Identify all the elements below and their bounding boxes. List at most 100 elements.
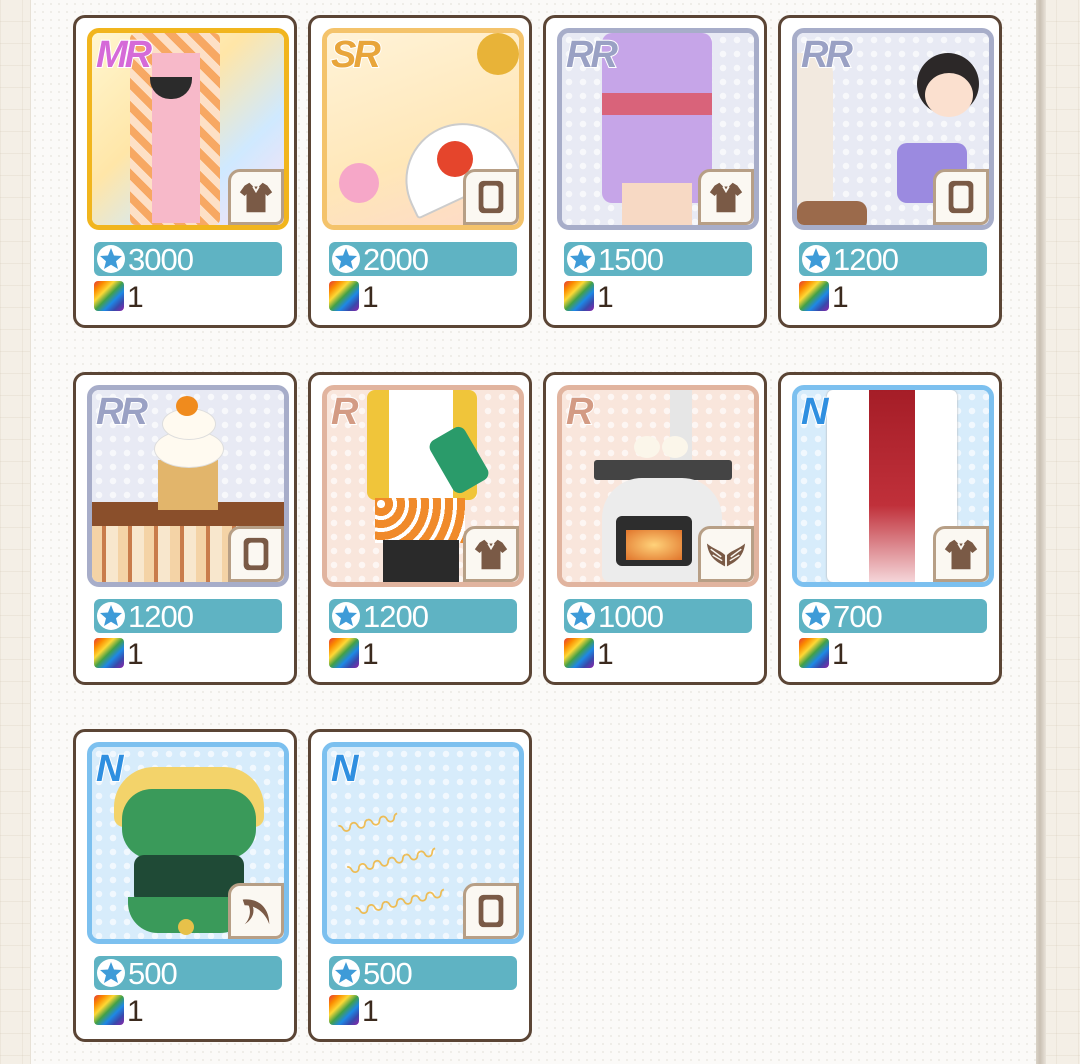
shirt-icon <box>463 526 519 582</box>
item-thumbnail[interactable]: N <box>792 385 994 587</box>
wings-icon <box>698 526 754 582</box>
quantity-row: 1 <box>799 637 987 671</box>
item-thumbnail[interactable]: RR <box>792 28 994 230</box>
rarity-badge: R <box>330 390 360 434</box>
shop-item-card[interactable]: N 700 1 <box>778 372 1002 685</box>
item-quantity: 1 <box>832 638 849 671</box>
shirt-icon <box>933 526 989 582</box>
price-bar: 1000 <box>564 599 752 635</box>
card-frame-icon <box>463 883 519 939</box>
shirt-icon <box>228 169 284 225</box>
shop-item-card[interactable]: MR 3000 1 <box>73 15 297 328</box>
star-icon <box>331 958 361 992</box>
card-frame-icon <box>933 169 989 225</box>
rainbow-gem-icon <box>799 281 829 311</box>
card-frame-icon <box>228 526 284 582</box>
quantity-row: 1 <box>564 280 752 314</box>
item-price: 700 <box>833 599 883 634</box>
price-bar: 500 <box>94 956 282 992</box>
rainbow-gem-icon <box>564 281 594 311</box>
item-price: 2000 <box>363 242 429 277</box>
rarity-badge: RR <box>565 33 619 77</box>
rarity-badge: R <box>565 390 595 434</box>
item-price: 1500 <box>598 242 664 277</box>
item-quantity: 1 <box>362 995 379 1028</box>
rarity-badge: SR <box>330 33 382 77</box>
price-bar: 1200 <box>799 242 987 278</box>
rarity-badge: N <box>95 747 125 791</box>
shop-item-card[interactable]: N 500 1 <box>73 729 297 1042</box>
star-icon <box>331 244 361 278</box>
price-bar: 700 <box>799 599 987 635</box>
star-icon <box>96 244 126 278</box>
item-thumbnail[interactable]: R <box>557 385 759 587</box>
star-icon <box>96 601 126 635</box>
price-bar: 3000 <box>94 242 282 278</box>
rainbow-gem-icon <box>94 995 124 1025</box>
item-price: 1200 <box>833 242 899 277</box>
item-thumbnail[interactable]: N <box>87 742 289 944</box>
item-quantity: 1 <box>127 638 144 671</box>
quantity-row: 1 <box>94 637 282 671</box>
item-thumbnail[interactable]: 〰〰 〰〰〰 〰〰〰 N <box>322 742 524 944</box>
item-quantity: 1 <box>597 281 614 314</box>
item-price: 1200 <box>363 599 429 634</box>
quantity-row: 1 <box>564 637 752 671</box>
quantity-row: 1 <box>329 994 517 1028</box>
item-quantity: 1 <box>597 638 614 671</box>
item-quantity: 1 <box>127 995 144 1028</box>
item-thumbnail[interactable]: RR <box>87 385 289 587</box>
item-quantity: 1 <box>362 638 379 671</box>
horn-icon <box>228 883 284 939</box>
shop-item-card[interactable]: RR 1500 1 <box>543 15 767 328</box>
rarity-badge: N <box>800 390 830 434</box>
item-quantity: 1 <box>362 281 379 314</box>
star-icon <box>96 958 126 992</box>
rarity-badge: N <box>330 747 360 791</box>
quantity-row: 1 <box>94 280 282 314</box>
rarity-badge: RR <box>800 33 854 77</box>
item-price: 500 <box>128 956 178 991</box>
rainbow-gem-icon <box>329 638 359 668</box>
price-bar: 2000 <box>329 242 517 278</box>
item-thumbnail[interactable]: SR <box>322 28 524 230</box>
shirt-icon <box>698 169 754 225</box>
quantity-row: 1 <box>94 994 282 1028</box>
price-bar: 500 <box>329 956 517 992</box>
item-thumbnail[interactable]: R <box>322 385 524 587</box>
quantity-row: 1 <box>329 637 517 671</box>
rarity-badge: MR <box>95 33 153 77</box>
star-icon <box>801 601 831 635</box>
card-frame-icon <box>463 169 519 225</box>
rainbow-gem-icon <box>94 638 124 668</box>
rarity-badge: RR <box>95 390 149 434</box>
shop-item-card[interactable]: RR 1200 1 <box>73 372 297 685</box>
shop-item-card[interactable]: R 1000 1 <box>543 372 767 685</box>
panel-scrollbar-edge <box>1036 0 1046 1064</box>
shop-item-card[interactable]: 〰〰 〰〰〰 〰〰〰 N 500 1 <box>308 729 532 1042</box>
quantity-row: 1 <box>799 280 987 314</box>
item-thumbnail[interactable]: RR <box>557 28 759 230</box>
star-icon <box>331 601 361 635</box>
star-icon <box>801 244 831 278</box>
price-bar: 1500 <box>564 242 752 278</box>
item-price: 1200 <box>128 599 194 634</box>
item-quantity: 1 <box>127 281 144 314</box>
item-price: 3000 <box>128 242 194 277</box>
star-icon <box>566 601 596 635</box>
item-price: 500 <box>363 956 413 991</box>
quantity-row: 1 <box>329 280 517 314</box>
rainbow-gem-icon <box>329 281 359 311</box>
item-price: 1000 <box>598 599 664 634</box>
rainbow-gem-icon <box>799 638 829 668</box>
shop-item-card[interactable]: RR 1200 1 <box>778 15 1002 328</box>
price-bar: 1200 <box>94 599 282 635</box>
star-icon <box>566 244 596 278</box>
item-quantity: 1 <box>832 281 849 314</box>
shop-item-card[interactable]: R 1200 1 <box>308 372 532 685</box>
price-bar: 1200 <box>329 599 517 635</box>
shop-item-card[interactable]: SR 2000 1 <box>308 15 532 328</box>
rainbow-gem-icon <box>564 638 594 668</box>
rainbow-gem-icon <box>94 281 124 311</box>
item-thumbnail[interactable]: MR <box>87 28 289 230</box>
